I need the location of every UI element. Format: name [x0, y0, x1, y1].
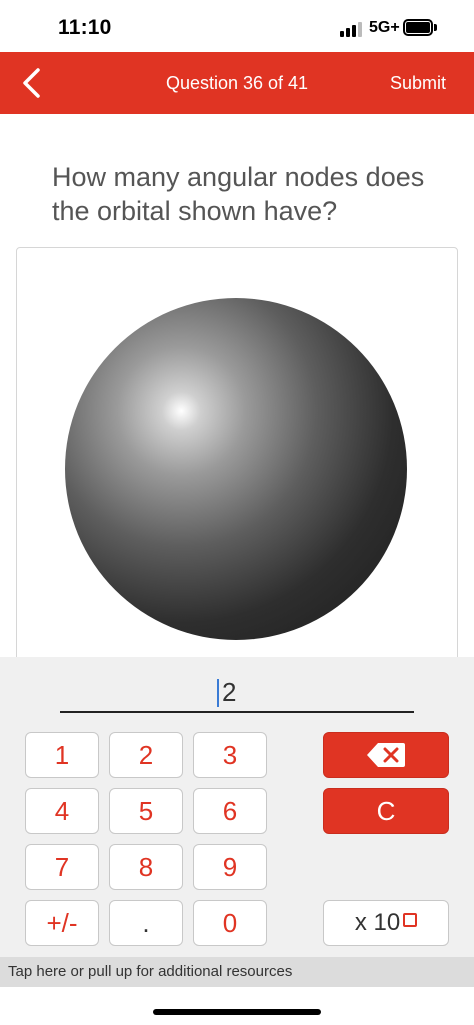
resources-text: Tap here or pull up for additional resou… — [8, 963, 293, 980]
backspace-button[interactable] — [323, 732, 449, 778]
key-6[interactable]: 6 — [193, 788, 267, 834]
question-image-panel — [16, 247, 458, 667]
x10-label: x 10 — [354, 909, 401, 936]
question-text: How many angular nodes does the orbital … — [52, 162, 425, 226]
app-header: Question 36 of 41 Submit — [0, 52, 474, 114]
key-9[interactable]: 9 — [193, 844, 267, 890]
resources-bar[interactable]: Tap here or pull up for additional resou… — [0, 957, 474, 987]
status-bar: 11:10 5G+ — [0, 0, 474, 52]
battery-tip — [434, 24, 437, 31]
answer-value: 2 — [222, 677, 237, 707]
key-3[interactable]: 3 — [193, 732, 267, 778]
key-decimal[interactable]: . — [109, 900, 183, 946]
s-orbital-image — [65, 298, 407, 640]
key-2[interactable]: 2 — [109, 732, 183, 778]
key-plus-minus[interactable]: +/- — [25, 900, 99, 946]
exponent-box-icon — [403, 913, 418, 927]
text-caret — [217, 679, 219, 707]
answer-input[interactable]: 2 — [60, 671, 414, 713]
status-time: 11:10 — [58, 16, 112, 39]
key-1[interactable]: 1 — [25, 732, 99, 778]
submit-button[interactable]: Submit — [390, 73, 446, 94]
home-indicator[interactable] — [153, 1009, 321, 1015]
network-label: 5G+ — [369, 19, 400, 36]
key-5[interactable]: 5 — [109, 788, 183, 834]
battery-icon — [403, 19, 433, 36]
keypad-area: 2 1 2 3 4 5 6 C 7 8 9 +/- . 0 x 10 — [0, 657, 474, 957]
signal-icon — [340, 21, 366, 37]
backspace-icon — [367, 743, 405, 767]
clear-button[interactable]: C — [323, 788, 449, 834]
chevron-left-icon — [23, 68, 40, 98]
key-8[interactable]: 8 — [109, 844, 183, 890]
x10-exponent-button[interactable]: x 10 — [323, 900, 449, 946]
key-7[interactable]: 7 — [25, 844, 99, 890]
key-0[interactable]: 0 — [193, 900, 267, 946]
back-button[interactable] — [18, 66, 48, 100]
key-4[interactable]: 4 — [25, 788, 99, 834]
